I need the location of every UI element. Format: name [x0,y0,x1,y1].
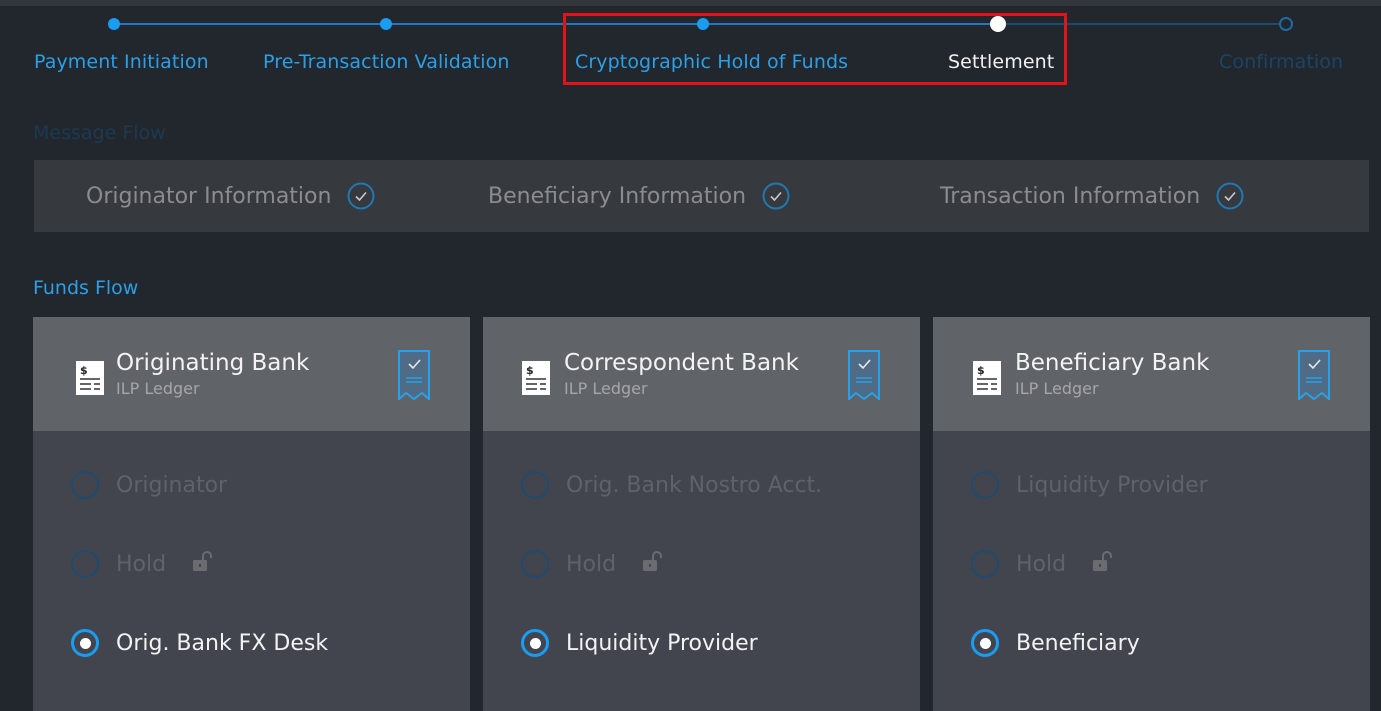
radio-button[interactable] [521,471,549,499]
radio-label: Hold [566,551,617,577]
unlock-icon [1093,551,1113,571]
svg-text:$: $ [526,364,534,377]
svg-text:$: $ [80,364,88,377]
radio-label: Liquidity Provider [566,630,758,656]
step-dot-settlement[interactable] [990,16,1006,32]
radio-button[interactable] [521,550,549,578]
radio-button-selected[interactable] [71,629,99,657]
radio-label: Liquidity Provider [1016,472,1208,498]
radio-button[interactable] [971,471,999,499]
radio-option-hold[interactable]: Hold [71,550,214,578]
step-label-pre-transaction-validation[interactable]: Pre-Transaction Validation [263,51,509,73]
radio-button-selected[interactable] [971,629,999,657]
radio-option[interactable]: Originator [71,471,227,499]
message-item-label: Transaction Information [940,183,1201,209]
bank-subtitle: ILP Ledger [116,379,200,398]
bank-name: Beneficiary Bank [1015,350,1210,376]
ledger-icon: $ [76,361,104,395]
stepper-track-pending [998,23,1286,25]
step-dot-cryptographic-hold[interactable] [697,18,709,30]
radio-option[interactable]: Orig. Bank Nostro Acct. [521,471,822,499]
radio-label: Originator [116,472,228,498]
radio-button-selected[interactable] [521,629,549,657]
radio-button[interactable] [71,471,99,499]
step-dot-payment-initiation[interactable] [108,18,120,30]
radio-option-hold[interactable]: Hold [521,550,664,578]
radio-label: Hold [1016,551,1067,577]
check-circle-icon [347,182,375,210]
step-label-confirmation[interactable]: Confirmation [1219,51,1343,73]
ribbon-check-icon [1298,350,1330,400]
message-item-label: Originator Information [86,183,332,209]
check-circle-icon [762,182,790,210]
check-circle-icon [1216,182,1244,210]
message-item-transaction: Transaction Information [940,160,1244,232]
bank-card-beneficiary: $ Beneficiary Bank ILP Ledger Liquidity … [933,317,1370,711]
funds-flow-title: Funds Flow [33,277,139,299]
bank-card-correspondent: $ Correspondent Bank ILP Ledger Orig. Ba… [483,317,920,711]
stepper-track-complete [114,23,703,25]
unlock-icon [193,551,213,571]
ledger-icon: $ [973,361,1001,395]
radio-button[interactable] [71,550,99,578]
radio-label: Orig. Bank FX Desk [116,630,329,656]
unlock-icon [643,551,663,571]
radio-option-selected[interactable]: Orig. Bank FX Desk [71,629,328,657]
ledger-icon: $ [522,361,550,395]
ribbon-check-icon [848,350,880,400]
step-label-cryptographic-hold[interactable]: Cryptographic Hold of Funds [575,51,848,73]
message-item-originator: Originator Information [86,160,375,232]
ribbon-check-icon [398,350,430,400]
svg-text:$: $ [977,364,985,377]
bank-name: Correspondent Bank [564,350,799,376]
card-header: $ Originating Bank ILP Ledger [33,317,470,431]
message-flow-title: Message Flow [33,122,166,144]
progress-stepper: Payment Initiation Pre-Transaction Valid… [0,6,1381,86]
stepper-track-complete [703,23,998,25]
radio-button[interactable] [971,550,999,578]
radio-label: Orig. Bank Nostro Acct. [566,472,823,498]
step-dot-confirmation[interactable] [1279,17,1293,31]
card-header: $ Beneficiary Bank ILP Ledger [933,317,1370,431]
radio-option-hold[interactable]: Hold [971,550,1114,578]
bank-name: Originating Bank [116,350,310,376]
step-dot-pre-transaction-validation[interactable] [380,18,392,30]
bank-card-originating: $ Originating Bank ILP Ledger Originator… [33,317,470,711]
radio-option[interactable]: Liquidity Provider [971,471,1208,499]
message-item-beneficiary: Beneficiary Information [488,160,790,232]
radio-option-selected[interactable]: Beneficiary [971,629,1140,657]
bank-subtitle: ILP Ledger [564,379,648,398]
card-header: $ Correspondent Bank ILP Ledger [483,317,920,431]
message-item-label: Beneficiary Information [488,183,747,209]
bank-subtitle: ILP Ledger [1015,379,1099,398]
message-flow-bar: Originator Information Beneficiary Infor… [34,160,1369,232]
radio-label: Hold [116,551,167,577]
step-label-settlement[interactable]: Settlement [948,51,1054,73]
radio-option-selected[interactable]: Liquidity Provider [521,629,758,657]
step-label-payment-initiation[interactable]: Payment Initiation [34,51,209,73]
radio-label: Beneficiary [1016,630,1140,656]
